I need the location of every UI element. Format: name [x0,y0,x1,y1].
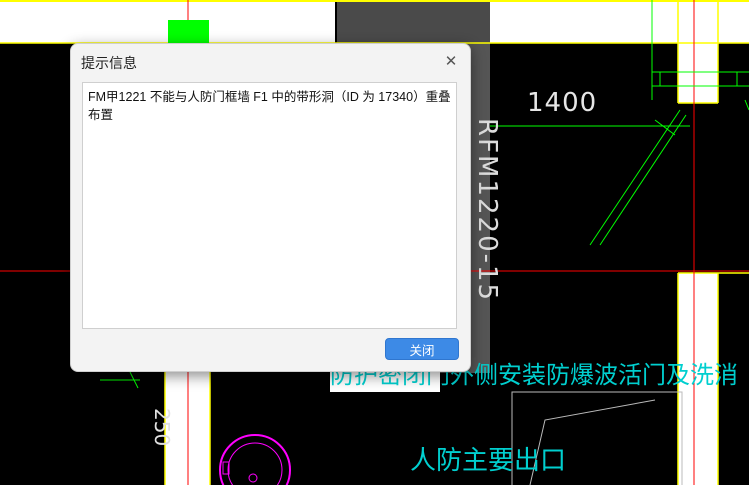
info-dialog: 提示信息 ✕ FM甲1221 不能与人防门框墙 F1 中的带形洞（ID 为 17… [70,43,471,372]
door-label: RFM1220-15 [472,118,502,303]
dimension-text: 1400 [527,88,598,118]
dialog-title: 提示信息 [81,55,137,71]
exit-label: 人防主要出口 [410,446,567,476]
wall-band-top [0,0,335,43]
green-block [168,20,209,43]
shaded-area [337,0,490,43]
wall-right-upper [678,0,718,103]
close-button[interactable]: 关闭 [385,338,459,360]
close-icon[interactable]: ✕ [440,50,462,72]
dimension2-text: 250 [150,408,174,447]
message-text[interactable]: FM甲1221 不能与人防门框墙 F1 中的带形洞（ID 为 17340）重叠布… [82,82,457,329]
